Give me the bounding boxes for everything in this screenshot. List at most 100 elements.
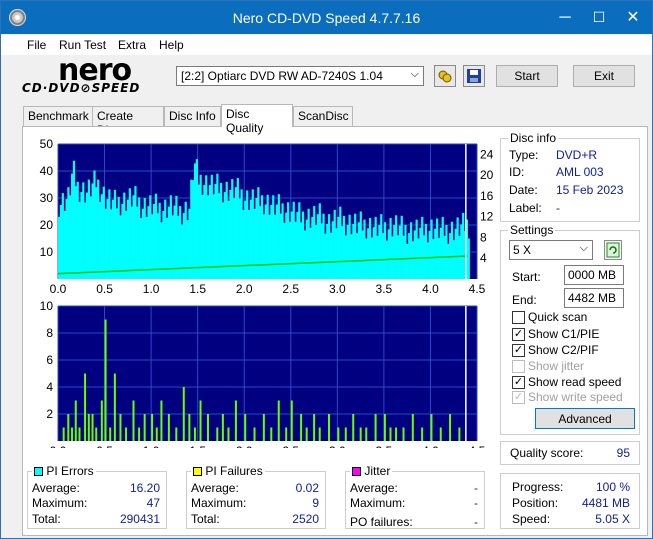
pif-bar bbox=[206, 414, 209, 441]
progress-value: 100 % bbox=[595, 480, 630, 494]
tab-benchmark[interactable]: Benchmark bbox=[23, 106, 93, 126]
pif-bar bbox=[193, 427, 196, 441]
pif-bar bbox=[175, 427, 178, 441]
minimize-icon[interactable]: ─ bbox=[548, 1, 582, 34]
x-tick-label: 0.0 bbox=[50, 282, 67, 296]
tab-disc-quality[interactable]: Disc Quality bbox=[221, 104, 293, 135]
pi-failures-title-wrap: PI Failures bbox=[191, 464, 265, 478]
exit-button[interactable]: Exit bbox=[573, 65, 635, 87]
po-failures-value: - bbox=[474, 515, 478, 529]
chevron-down-icon: ⌵ bbox=[579, 242, 588, 254]
y2-tick-label: 24 bbox=[480, 147, 494, 161]
pif-bar bbox=[74, 400, 77, 441]
tab-scandisc[interactable]: ScanDisc bbox=[293, 106, 353, 126]
x-tick-label: 1.0 bbox=[143, 282, 160, 296]
pif-bar bbox=[421, 427, 424, 441]
pif-bar bbox=[221, 414, 224, 441]
start-button[interactable]: Start bbox=[496, 65, 558, 87]
pif-bar bbox=[138, 427, 141, 441]
end-label: End: bbox=[512, 293, 537, 307]
y-tick-label: 10 bbox=[40, 245, 54, 259]
tab-create-disc[interactable]: Create Disc bbox=[92, 106, 164, 137]
show-read-speed-checkbox[interactable]: ✓ bbox=[512, 376, 525, 389]
y-tick-label: 30 bbox=[40, 191, 54, 205]
tab-disc-info[interactable]: Disc Info bbox=[164, 106, 221, 126]
show-c1pie-checkbox[interactable]: ✓ bbox=[512, 328, 525, 341]
show-c2pif-label: Show C2/PIF bbox=[528, 343, 599, 357]
close-icon[interactable]: ✕ bbox=[616, 1, 650, 34]
pif-bar bbox=[119, 414, 122, 441]
x-tick-label: 2.0 bbox=[236, 444, 253, 448]
end-input[interactable]: 4482 MB bbox=[564, 288, 624, 308]
pif-bar bbox=[199, 400, 202, 441]
pif-bar bbox=[389, 427, 392, 441]
pif-bar bbox=[395, 427, 398, 441]
start-input[interactable]: 0000 MB bbox=[564, 265, 624, 285]
menu-file[interactable]: File bbox=[27, 38, 46, 52]
y2-tick-label: 8 bbox=[480, 230, 487, 244]
speed-label: Speed: bbox=[512, 512, 551, 526]
menu-help[interactable]: Help bbox=[159, 38, 184, 52]
pif-bar bbox=[113, 373, 116, 441]
menu-extra[interactable]: Extra bbox=[118, 38, 146, 52]
speed-value: 5.05 X bbox=[595, 512, 630, 526]
po-failures-label: PO failures: bbox=[350, 515, 413, 529]
progress-label: Progress: bbox=[512, 480, 564, 494]
x-tick-label: 0.0 bbox=[50, 444, 67, 448]
y-tick-label: 10 bbox=[40, 299, 54, 313]
pi-errors-title-wrap: PI Errors bbox=[32, 464, 96, 478]
refresh-speed-button[interactable] bbox=[604, 240, 622, 260]
pif-bar bbox=[402, 427, 405, 441]
pi-errors-title: PI Errors bbox=[46, 464, 94, 478]
x-tick-label: 0.5 bbox=[96, 444, 113, 448]
pif-bar bbox=[87, 414, 90, 441]
pif-bar bbox=[352, 414, 355, 441]
show-write-speed-label: Show write speed bbox=[528, 390, 623, 404]
speed-select[interactable]: 5 X ⌵ bbox=[509, 240, 593, 260]
show-c2pif-checkbox[interactable]: ✓ bbox=[512, 344, 525, 357]
date-value: 15 Feb 2023 bbox=[556, 183, 624, 197]
pif-bar bbox=[84, 373, 87, 441]
x-tick-label: 4.0 bbox=[422, 444, 439, 448]
pif-bar bbox=[337, 427, 340, 441]
pif-bar bbox=[125, 427, 128, 441]
floppy-disk-icon bbox=[467, 69, 481, 83]
type-value: DVD+R bbox=[556, 148, 598, 162]
quick-scan-checkbox[interactable] bbox=[512, 311, 525, 324]
x-tick-label: 1.5 bbox=[189, 282, 206, 296]
x-tick-label: 4.5 bbox=[469, 282, 486, 296]
save-button[interactable] bbox=[463, 65, 485, 87]
pif-bar bbox=[167, 414, 170, 441]
menu-bar: File Run Test Extra Help bbox=[1, 35, 652, 55]
pif-bar bbox=[277, 400, 280, 441]
pi-failures-total-label: Total: bbox=[191, 512, 220, 526]
position-value: 4481 MB bbox=[581, 496, 630, 510]
pif-bar bbox=[62, 427, 65, 441]
y2-tick-label: 4 bbox=[480, 251, 487, 265]
pif-bar bbox=[100, 400, 103, 441]
pif-bar bbox=[132, 400, 135, 441]
y-tick-label: 50 bbox=[40, 137, 54, 151]
drive-select[interactable]: [2:2] Optiarc DVD RW AD-7240S 1.04 ⌵ bbox=[176, 66, 424, 86]
title-bar[interactable]: Nero CD-DVD Speed 4.7.7.16 ─ ☐ ✕ bbox=[1, 1, 652, 34]
drive-select-value: [2:2] Optiarc DVD RW AD-7240S 1.04 bbox=[181, 69, 383, 83]
maximize-icon[interactable]: ☐ bbox=[582, 1, 616, 34]
pif-bar bbox=[449, 414, 452, 441]
x-tick-label: 2.5 bbox=[282, 282, 299, 296]
id-value: AML 003 bbox=[556, 165, 604, 179]
label-label: Label: bbox=[509, 201, 542, 215]
pif-bar bbox=[182, 387, 185, 441]
pi-errors-total-label: Total: bbox=[32, 512, 61, 526]
pif-bar bbox=[78, 427, 81, 441]
pi-errors-max: 47 bbox=[146, 496, 160, 510]
pif-bar bbox=[365, 427, 368, 441]
eject-button[interactable] bbox=[434, 65, 456, 87]
menu-run-test[interactable]: Run Test bbox=[59, 38, 106, 52]
show-jitter-checkbox bbox=[512, 360, 525, 373]
type-label: Type: bbox=[509, 148, 539, 162]
jitter-avg-label: Average: bbox=[350, 481, 398, 495]
advanced-button[interactable]: Advanced bbox=[535, 408, 635, 429]
pie-chart: 0.0 0.5 1.0 1.5 2.0 2.5 3.0 3.5 4.0 4.5 10 20 30 40 50… bbox=[40, 137, 494, 296]
pi-failures-avg-label: Average: bbox=[191, 481, 239, 495]
jitter-max-label: Maximum: bbox=[350, 496, 406, 510]
